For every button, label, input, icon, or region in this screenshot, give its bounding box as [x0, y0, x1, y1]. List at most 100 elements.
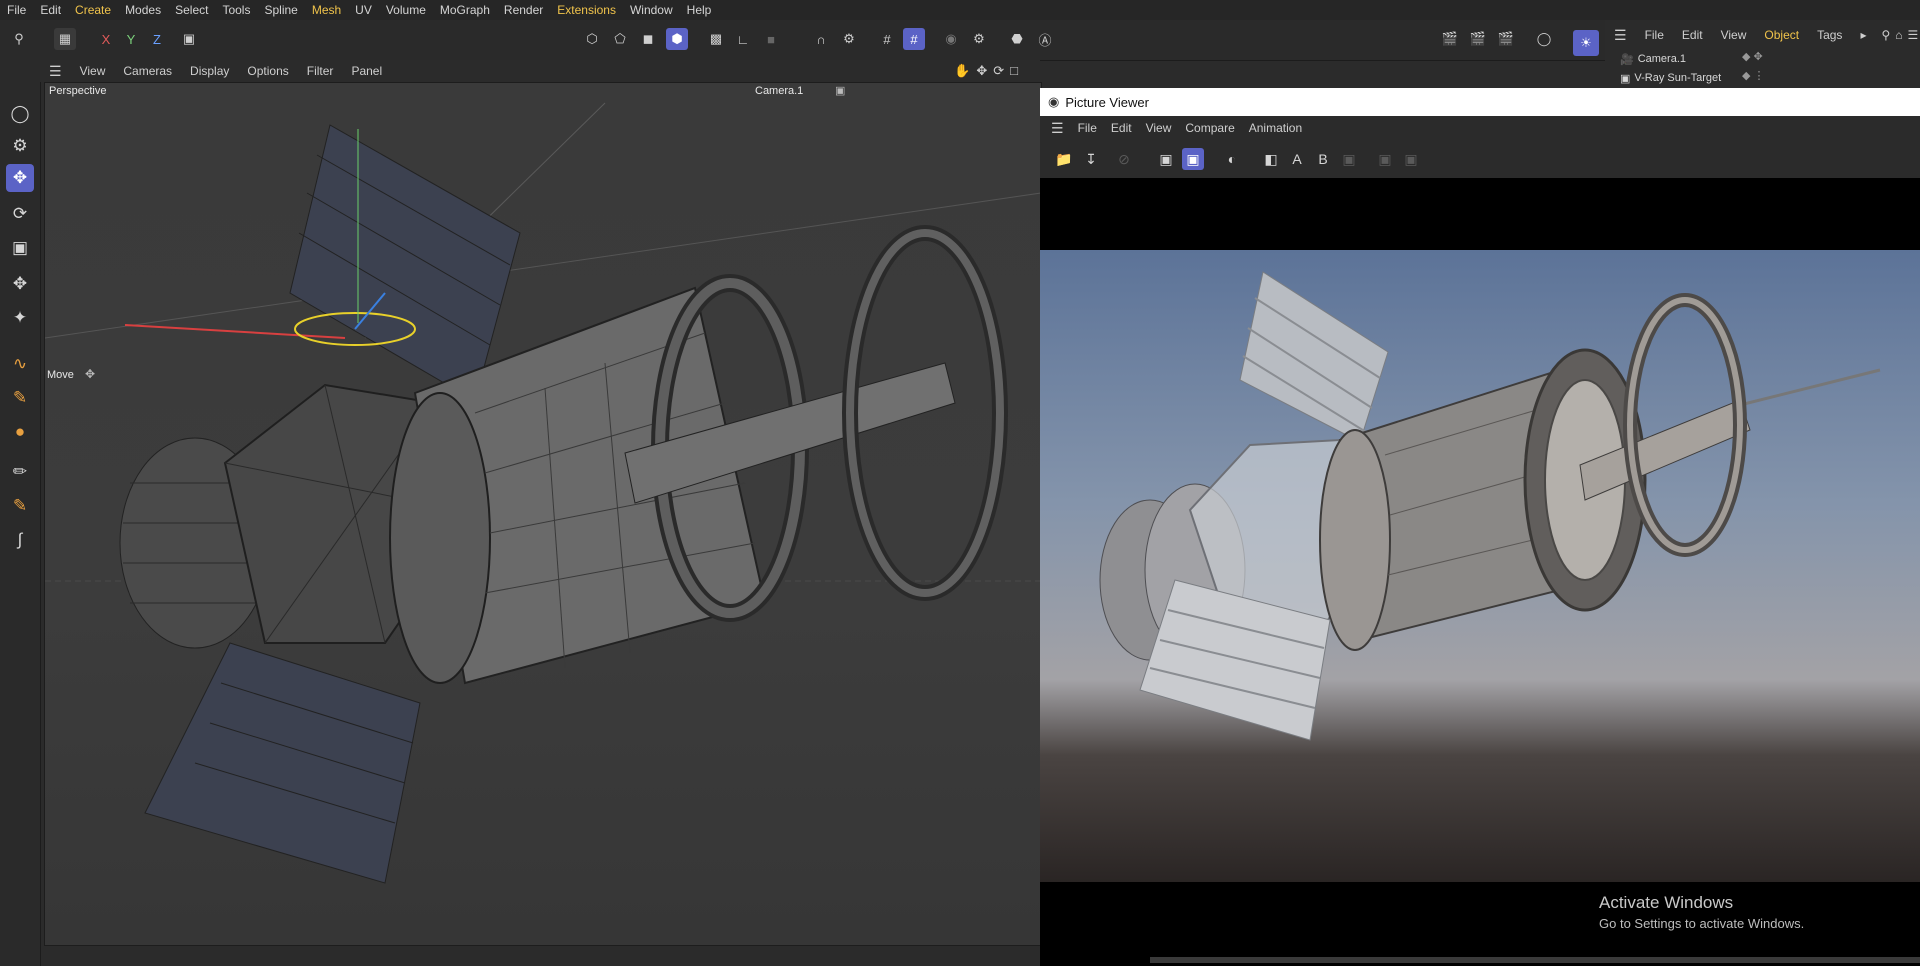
spline-draw-icon[interactable]: ✎: [6, 384, 34, 412]
scale-tool-icon[interactable]: ▣: [6, 234, 34, 262]
brush-tool-icon[interactable]: ✏: [6, 458, 34, 486]
viewport-navigation-icons[interactable]: ✋✥⟳□: [954, 63, 1024, 79]
y-axis-lock-button[interactable]: Y: [120, 28, 142, 50]
menu-modes[interactable]: Modes: [118, 3, 168, 17]
menu-file[interactable]: File: [0, 3, 33, 17]
menu-volume[interactable]: Volume: [379, 3, 433, 17]
more-arrow-icon[interactable]: ▸: [1851, 28, 1875, 42]
object-menu-object[interactable]: Object: [1755, 28, 1808, 42]
tool-settings-icon[interactable]: ⚙: [6, 132, 34, 160]
timeline-icon[interactable]: ◯: [1533, 28, 1555, 50]
object-row-vray-sun-target[interactable]: ▣ V-Ray Sun-Target: [1620, 69, 1760, 87]
camera-label[interactable]: Camera.1: [755, 85, 803, 97]
viewport-menu-cameras[interactable]: Cameras: [114, 64, 181, 78]
menu-mesh[interactable]: Mesh: [305, 3, 348, 17]
modeling-settings-icon[interactable]: ⚙: [838, 28, 860, 50]
layer-icon[interactable]: ◆ ✥: [1742, 50, 1763, 63]
generators-icon[interactable]: ●: [6, 418, 34, 446]
viewport-hamburger-icon[interactable]: ☰: [40, 63, 71, 80]
pv-menu-file[interactable]: File: [1071, 121, 1104, 135]
pv-menu-view[interactable]: View: [1139, 121, 1179, 135]
render-region-icon[interactable]: ⬣: [1006, 28, 1028, 50]
render-region-icon[interactable]: ▣: [1155, 148, 1177, 170]
perspective-viewport[interactable]: Perspective Camera.1 ▣ Move ✥: [44, 82, 1042, 946]
z-axis-lock-button[interactable]: Z: [146, 28, 168, 50]
wireframe-model: [45, 102, 1041, 884]
stop-render-icon[interactable]: ⊘: [1113, 148, 1135, 170]
compare-b-button[interactable]: B: [1312, 148, 1334, 170]
compare-split-icon[interactable]: ▣: [1338, 148, 1360, 170]
menu-spline[interactable]: Spline: [257, 3, 304, 17]
menu-window[interactable]: Window: [623, 3, 680, 17]
pv-menu-animation[interactable]: Animation: [1242, 121, 1309, 135]
menu-mograph[interactable]: MoGraph: [433, 3, 497, 17]
spline-pen-icon[interactable]: ∿: [6, 350, 34, 378]
points-mode-icon[interactable]: ⬡: [581, 28, 603, 50]
menu-tools[interactable]: Tools: [215, 3, 257, 17]
knife-tool-icon[interactable]: ✎: [6, 492, 34, 520]
save-icon[interactable]: ↧: [1080, 148, 1102, 170]
color-contrast-icon[interactable]: ◐: [1221, 148, 1243, 170]
sculpt-tool-icon[interactable]: ∫: [6, 526, 34, 554]
picture-viewer-scrollbar[interactable]: [1150, 957, 1920, 963]
export-icon[interactable]: ▣: [1400, 148, 1422, 170]
compare-swap-icon[interactable]: ◧: [1260, 148, 1282, 170]
render-picture-viewer-icon[interactable]: 🎬: [1467, 28, 1489, 50]
open-folder-icon[interactable]: 📁: [1053, 148, 1075, 170]
move-tool-icon[interactable]: ✥: [6, 164, 34, 192]
pv-menu-compare[interactable]: Compare: [1178, 121, 1241, 135]
auto-region-icon[interactable]: ▣: [1182, 148, 1204, 170]
rotate-tool-icon[interactable]: ⟳: [6, 200, 34, 228]
model-mode-icon[interactable]: ⬢: [666, 28, 688, 50]
menu-extensions[interactable]: Extensions: [550, 3, 623, 17]
menu-select[interactable]: Select: [168, 3, 215, 17]
transfer-tool-icon[interactable]: ✥: [6, 270, 34, 298]
menu-help[interactable]: Help: [680, 3, 719, 17]
menu-edit[interactable]: Edit: [33, 3, 68, 17]
viewport-menu-filter[interactable]: Filter: [298, 64, 343, 78]
snapshot-icon[interactable]: ▣: [1374, 148, 1396, 170]
menu-create[interactable]: Create: [68, 3, 118, 17]
polygons-mode-icon[interactable]: ◼: [637, 28, 659, 50]
snap-icon[interactable]: #: [876, 28, 898, 50]
menu-uv[interactable]: UV: [348, 3, 379, 17]
viewport-menu-panel[interactable]: Panel: [342, 64, 391, 78]
tweak-mode-icon[interactable]: ■: [760, 28, 782, 50]
picture-viewer-hamburger-icon[interactable]: ☰: [1044, 120, 1071, 137]
object-menu-view[interactable]: View: [1712, 28, 1756, 42]
object-row-camera[interactable]: 🎥 Camera.1: [1620, 50, 1760, 68]
pv-menu-edit[interactable]: Edit: [1104, 121, 1139, 135]
render-settings-icon[interactable]: Ⓐ: [1034, 28, 1056, 50]
placement-tool-icon[interactable]: ✦: [6, 304, 34, 332]
picture-viewer-titlebar[interactable]: ◉ Picture Viewer: [1040, 88, 1920, 116]
undo-icon[interactable]: ▦: [54, 28, 76, 50]
coordinate-system-icon[interactable]: ▣: [178, 28, 200, 50]
magnet-icon[interactable]: ∩: [810, 28, 832, 50]
camera-lock-icon[interactable]: ▣: [835, 84, 845, 97]
viewport-menu-display[interactable]: Display: [181, 64, 238, 78]
object-menu-file[interactable]: File: [1636, 28, 1673, 42]
object-name: Camera.1: [1637, 53, 1686, 65]
edges-mode-icon[interactable]: ⬠: [609, 28, 631, 50]
watermark-title: Activate Windows: [1599, 893, 1734, 912]
layout-icon[interactable]: ☀: [1573, 30, 1599, 56]
workplane-icon[interactable]: ◉: [940, 28, 962, 50]
viewport-menu-options[interactable]: Options: [238, 64, 297, 78]
settings-gear-icon[interactable]: ⚙: [968, 28, 990, 50]
selection-tool-icon[interactable]: ◯: [6, 100, 34, 128]
menu-render[interactable]: Render: [497, 3, 550, 17]
axis-mode-icon[interactable]: ∟: [732, 28, 754, 50]
compare-a-button[interactable]: A: [1286, 148, 1308, 170]
object-manager-hamburger-icon[interactable]: ☰: [1605, 27, 1636, 44]
viewport-menu-view[interactable]: View: [71, 64, 115, 78]
snap-settings-icon[interactable]: #: [903, 28, 925, 50]
object-menu-edit[interactable]: Edit: [1673, 28, 1712, 42]
render-view-icon[interactable]: 🎬: [1439, 28, 1461, 50]
object-manager-tool-icons[interactable]: ⚲⌂☰◯: [1881, 28, 1920, 42]
object-menu-tags[interactable]: Tags: [1808, 28, 1851, 42]
uv-mode-icon[interactable]: ▩: [705, 28, 727, 50]
layer-icon[interactable]: ◆ ⋮: [1742, 69, 1765, 82]
x-axis-lock-button[interactable]: X: [95, 28, 117, 50]
search-icon[interactable]: ⚲: [8, 28, 30, 50]
edit-render-settings-icon[interactable]: 🎬: [1495, 28, 1517, 50]
